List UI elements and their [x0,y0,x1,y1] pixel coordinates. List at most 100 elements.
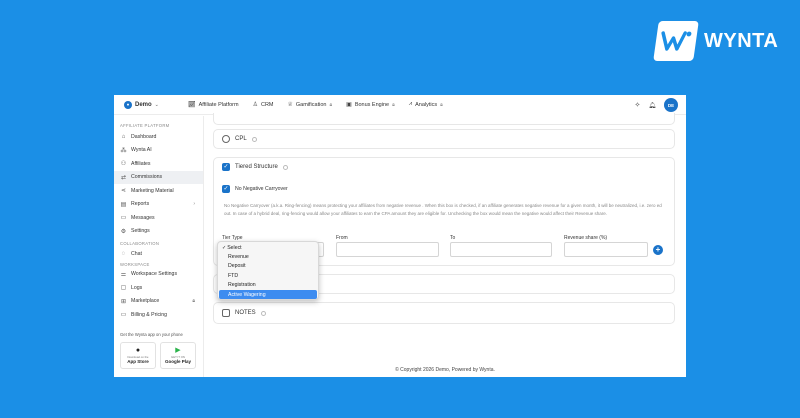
revenue-share-label: Revenue share (%) [564,235,608,241]
org-icon: ● [124,100,132,109]
nav-bonus-engine[interactable]: ▣ Bonus Engine 🔒︎ [346,101,395,109]
nav-label: CRM [260,101,274,108]
gear-icon: ⚙ [120,228,127,235]
nav-crm[interactable]: ♙ CRM [252,101,274,109]
sidebar-item-label: Dashboard [131,133,157,140]
option-label: Registration [228,282,256,289]
chat-icon: ◌ [121,250,126,257]
cpl-label: CPL [235,136,247,142]
chevron-down-icon: ⌄ [154,101,159,108]
sidebar-item-label: Marketplace [131,298,160,305]
panel-top [213,113,675,125]
lock-icon: 🔒︎ [329,101,333,108]
home-icon: ⌂ [121,133,126,140]
sidebar-item-billing[interactable]: ▭ Billing & Pricing [114,308,203,322]
sidebar-item-logs[interactable]: ▢ Logs [114,281,203,295]
info-icon [282,164,288,170]
sidebar-item-label: Workspace Settings [131,271,178,278]
to-input[interactable] [450,242,552,257]
sidebar-item-messages[interactable]: ▭ Messages [114,211,203,225]
sidebar-item-label: Chat [131,250,142,257]
nav-analytics[interactable]: ⩘ Analytics 🔒︎ [409,101,443,108]
sidebar-item-label: Billing & Pricing [131,311,168,318]
option-label: Select [227,244,242,251]
google-play-button[interactable]: ▶ GET IT ON Google Play [160,342,196,369]
option-label: Deposit [228,263,246,270]
play-icon: ▶ [175,347,181,354]
commission-icon: ⇄ [120,174,127,181]
notes-checkbox[interactable] [222,309,230,317]
nav-label: Analytics [415,101,438,108]
sidebar-item-chat[interactable]: ◌ Chat [114,247,203,261]
option-ftd[interactable]: FTD [219,271,317,280]
no-carryover-label: No Negative Carryover [235,186,288,192]
cpl-radio[interactable] [222,135,230,143]
nav-gamification[interactable]: ♕ Gamification 🔒︎ [287,101,333,109]
from-input[interactable] [336,242,439,257]
store-icon: ⊞ [120,298,127,305]
tiered-label: Tiered Structure [235,164,278,170]
sidebar-item-wynta-ai[interactable]: ⁂ Wynta AI [114,144,203,158]
sidebar-item-marketing-material[interactable]: ⋖ Marketing Material [114,184,203,198]
option-select[interactable]: ✓ Select [219,243,317,252]
sidebar-item-label: Reports [131,201,150,208]
info-icon [251,136,257,142]
sidebar-item-reports[interactable]: ▤ Reports › [114,198,203,212]
store-name: Google Play [164,359,191,364]
sidebar-item-label: Settings [131,228,150,235]
lock-icon: 🔒︎ [392,101,395,108]
sidebar-item-label: Commissions [131,174,163,181]
to-label: To [450,235,456,241]
org-switcher[interactable]: ● Demo ⌄ [124,100,168,109]
add-tier-button[interactable]: + [653,245,663,255]
avatar[interactable]: DE [664,98,678,112]
revenue-share-input[interactable] [564,242,648,257]
analytics-icon: ⩘ [408,101,413,107]
option-revenue[interactable]: Revenue [219,252,317,261]
bell-icon[interactable]: 🔔︎ [648,102,656,109]
sidebar: AFFILIATE PLATFORM ⌂ Dashboard ⁂ Wynta A… [114,116,204,377]
tier-type-dropdown: ✓ Select Revenue Deposit FTD Registratio… [217,241,319,300]
nav-label: Affiliate Platform [198,101,239,108]
share-icon: ⋖ [120,188,127,195]
trophy-icon: ♕ [287,102,293,108]
info-icon [260,310,266,316]
apple-icon: ● [135,347,141,354]
card-icon: ▭ [120,312,127,319]
option-deposit[interactable]: Deposit [219,262,317,271]
sidebar-item-affiliates[interactable]: ⚇ Affiliates [114,157,203,171]
tiered-checkbox[interactable]: ✓ [222,163,230,171]
sidebar-item-label: Affiliates [131,160,151,167]
section-title: AFFILIATE PLATFORM [120,123,170,128]
option-registration[interactable]: Registration [219,281,317,290]
app-store-button[interactable]: ● Download on the App Store [120,342,156,369]
option-active-wagering[interactable]: Active Wagering [219,289,317,300]
log-icon: ▢ [120,285,127,292]
gift-icon: ▣ [346,102,352,108]
sidebar-item-workspace-settings[interactable]: ⚌ Workspace Settings [114,268,203,282]
brand-name: WYNTA [704,29,779,52]
no-carryover-checkbox[interactable]: ✓ [222,185,230,193]
lock-icon: 🔒︎ [440,101,443,108]
store-name: App Store [127,359,149,364]
sliders-icon: ⚌ [120,271,127,278]
message-icon: ▭ [120,215,127,222]
wynta-logo-icon [653,21,699,61]
nav-affiliate-platform[interactable]: 📈︎ Affiliate Platform [188,101,239,109]
nav-label: Bonus Engine [354,101,390,108]
users-icon: ⚇ [120,161,127,168]
sidebar-item-settings[interactable]: ⚙ Settings [114,225,203,239]
top-navigation: ● Demo ⌄ 📈︎ Affiliate Platform ♙ CRM ♕ G… [114,95,686,115]
sparkle-icon[interactable]: ✧ [635,101,641,109]
sidebar-item-commissions[interactable]: ⇄ Commissions [114,170,203,184]
section-title: WORKSPACE [120,261,150,267]
user-icon: ♙ [252,102,258,108]
option-label: FTD [228,272,239,279]
section-title: COLLABORATION [120,241,160,246]
wynta-brand: WYNTA [653,21,779,61]
footer: © Copyright 2026 Demo, Powered by Wynta. [395,367,495,373]
app-promo: Get the Wynta app on your phone ● Downlo… [120,332,196,369]
sidebar-item-label: Wynta AI [131,147,152,154]
sidebar-item-marketplace[interactable]: ⊞ Marketplace 🔒︎ [114,295,203,309]
sidebar-item-dashboard[interactable]: ⌂ Dashboard [114,130,203,144]
